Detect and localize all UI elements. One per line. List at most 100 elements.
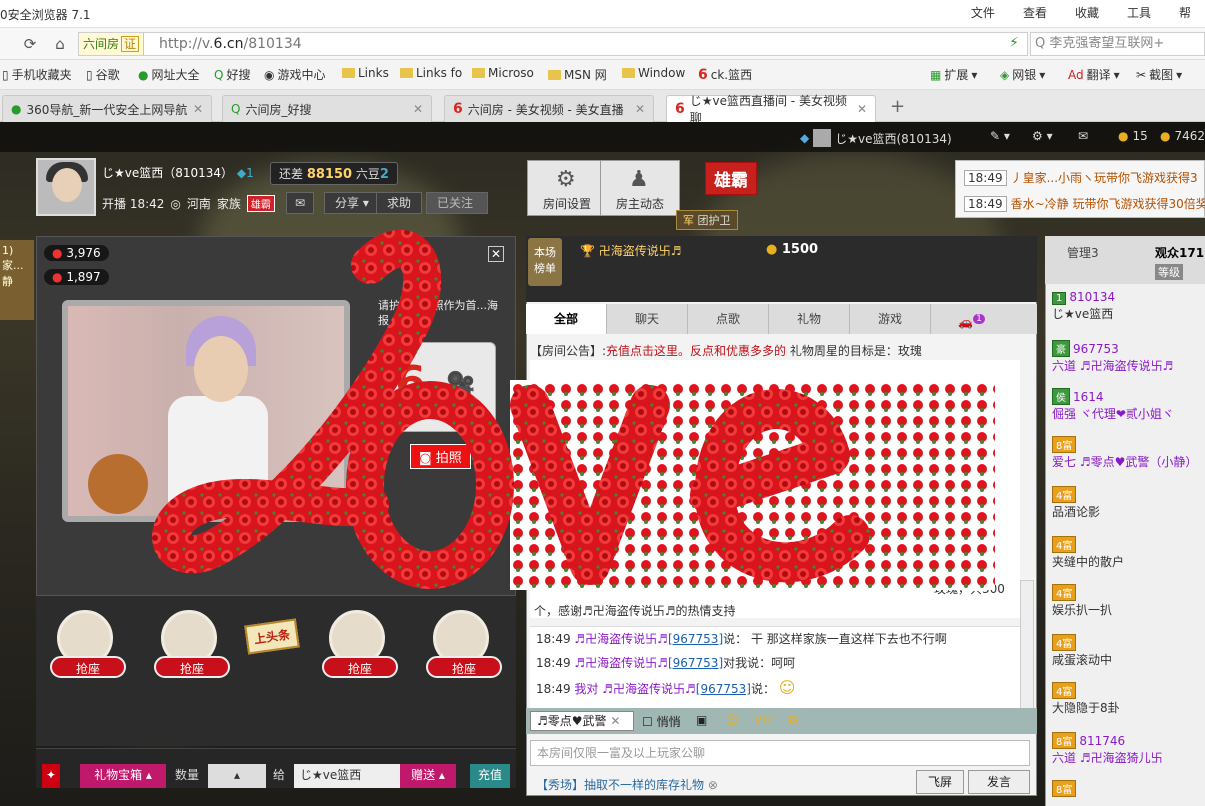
edit-icon[interactable]: ✎ ▾ bbox=[990, 129, 1010, 143]
room-settings-button[interactable]: ⚙ 房间设置 bbox=[527, 160, 607, 216]
host-updates-button[interactable]: ♟ 房主动态 bbox=[600, 160, 680, 216]
tab-6cn-home[interactable]: 6 六间房 - 美女视频 - 美女直播 ✕ bbox=[444, 95, 654, 122]
menu-help[interactable]: 帮 bbox=[1165, 4, 1205, 21]
recharge-button[interactable]: 充值 bbox=[470, 764, 510, 788]
grab-seat-button[interactable]: 抢座 bbox=[426, 656, 502, 678]
url-text[interactable]: http://v.6.cn/810134 bbox=[159, 33, 302, 55]
xiuchang-promo[interactable]: 【秀场】抽取不一样的库存礼物 ⊗ bbox=[536, 776, 718, 793]
message-sender[interactable]: ♬卍海盗传说卐♬ bbox=[574, 632, 668, 646]
bookmark-games[interactable]: ◉ 游戏中心 bbox=[264, 66, 326, 83]
home-icon[interactable]: ⌂ bbox=[50, 34, 70, 54]
site-identity[interactable]: 六间房证 bbox=[79, 33, 145, 55]
side-tab[interactable]: 1) 家...静 bbox=[0, 240, 34, 320]
gift-box-button[interactable]: 礼物宝箱 ▴ bbox=[80, 764, 166, 788]
grab-seat-button[interactable]: 抢座 bbox=[322, 656, 398, 678]
bank-button[interactable]: ◈ 网银 ▾ bbox=[1000, 66, 1045, 83]
tab-songs[interactable]: 点歌 bbox=[688, 304, 769, 334]
menu-favorites[interactable]: 收藏 bbox=[1061, 4, 1113, 21]
bookmark-links-fo[interactable]: Links fo bbox=[400, 66, 462, 80]
close-icon[interactable]: ✕ bbox=[610, 714, 620, 728]
bookmark-google[interactable]: ▯ 谷歌 bbox=[86, 66, 120, 83]
menu-file[interactable]: 文件 bbox=[957, 4, 1009, 21]
audience-user[interactable]: 豪 967753 六道 ♬卍海盗传说卐♬ bbox=[1052, 340, 1173, 374]
tab-chat[interactable]: 聊天 bbox=[607, 304, 688, 334]
tab-haosou[interactable]: Q 六间房_好搜 ✕ bbox=[222, 95, 432, 122]
tab-live-room[interactable]: 6 じ★ve篮西直播间 - 美女视频聊 ✕ bbox=[666, 94, 876, 125]
photo-button[interactable]: ◙ 拍照 bbox=[410, 444, 471, 469]
chat-input[interactable]: 本房间仅限一富及以上玩家公聊 bbox=[530, 740, 1030, 766]
tab-gifts[interactable]: 礼物 bbox=[769, 304, 850, 334]
lightning-icon[interactable]: ⚡ bbox=[1009, 35, 1019, 51]
close-icon[interactable]: ✕ bbox=[193, 102, 203, 116]
audience-user[interactable]: 1 810134 じ★ve篮西 bbox=[1052, 290, 1115, 322]
close-icon[interactable]: ⊗ bbox=[708, 778, 718, 792]
close-icon[interactable]: ✕ bbox=[635, 102, 645, 116]
audience-user[interactable]: 4富 品酒论影 bbox=[1052, 486, 1100, 520]
quantity-input[interactable]: ▴ bbox=[208, 764, 266, 788]
audience-user[interactable]: 8富 811746 六道 ♬卍海盗猗儿卐 bbox=[1052, 732, 1163, 766]
menu-tools[interactable]: 工具 bbox=[1113, 4, 1165, 21]
tab-all[interactable]: 全部 bbox=[526, 304, 607, 334]
tab-admins[interactable]: 管理3 bbox=[1067, 244, 1099, 261]
guard-icon[interactable]: ✪ bbox=[788, 713, 798, 727]
audience-user[interactable]: 4富 夹缝中的散户 bbox=[1052, 536, 1124, 570]
video-stream[interactable] bbox=[62, 300, 350, 522]
private-checkbox[interactable]: ☐ 悄悄 bbox=[642, 713, 681, 730]
chat-scrollbar[interactable] bbox=[1020, 580, 1034, 710]
mail-icon[interactable]: ✉ bbox=[1078, 129, 1088, 143]
followed-button[interactable]: 已关注 bbox=[426, 192, 488, 214]
grab-seat-button[interactable]: 抢座 bbox=[154, 656, 230, 678]
audience-user[interactable]: 4富 娱乐扒一扒 bbox=[1052, 584, 1112, 618]
bookmark-msn[interactable]: MSN 网 bbox=[548, 66, 607, 83]
audience-user[interactable]: 4富 咸蛋滚动中 bbox=[1052, 634, 1112, 668]
fly-screen-button[interactable]: 飞屏 bbox=[916, 770, 964, 794]
send-gift-button[interactable]: 赠送 ▴ bbox=[400, 764, 456, 788]
rank-button[interactable]: 本场 榜单 bbox=[528, 238, 562, 286]
close-icon[interactable]: ✕ bbox=[857, 102, 867, 116]
anchor-avatar[interactable] bbox=[36, 158, 96, 216]
bookmark-haosou[interactable]: Q 好搜 bbox=[214, 66, 250, 83]
audience-user[interactable]: 4富 大隐隐于8卦 bbox=[1052, 682, 1120, 716]
bookmark-links[interactable]: Links bbox=[342, 66, 389, 80]
tab-games[interactable]: 游戏 bbox=[850, 304, 931, 334]
seat-2[interactable]: 抢座 bbox=[154, 610, 230, 678]
seat-4[interactable]: 抢座 bbox=[426, 610, 502, 678]
bookmark-mobile[interactable]: ▯ 手机收藏夹 bbox=[2, 66, 72, 83]
bookmark-ck[interactable]: 6 ck.篮西 bbox=[698, 66, 752, 83]
sort-by-level[interactable]: 等级 bbox=[1155, 264, 1183, 280]
family-badge[interactable]: 雄霸 bbox=[246, 195, 275, 212]
audience-user[interactable]: 侯 1614 倔强 ヾ代理❤贰小姐ヾ bbox=[1052, 388, 1174, 422]
top-fan[interactable]: 🏆 卍海盗传说卐♬ bbox=[580, 242, 682, 259]
current-user[interactable]: ◆ じ★ve篮西(810134) bbox=[800, 129, 952, 147]
translate-button[interactable]: Ad 翻译 ▾ bbox=[1068, 66, 1120, 83]
tab-car[interactable]: 🚗 1 bbox=[931, 304, 1012, 334]
message-sender[interactable]: 我对 ♬卍海盗传说卐♬ bbox=[574, 682, 695, 696]
close-video-button[interactable]: ✕ bbox=[488, 246, 504, 262]
audience-user[interactable]: 8富 爱七 ♬零点♥武警（小静） bbox=[1052, 436, 1197, 470]
guard-button[interactable]: 军 团护卫 bbox=[676, 210, 738, 230]
message-button[interactable]: ✉ bbox=[286, 192, 315, 214]
seat-1[interactable]: 抢座 bbox=[50, 610, 126, 678]
bookmark-directory[interactable]: ● 网址大全 bbox=[138, 66, 200, 83]
message-sender[interactable]: ♬卍海盗传说卐♬ bbox=[574, 656, 668, 670]
xiongba-badge[interactable]: 雄霸 bbox=[705, 162, 757, 195]
grab-seat-button[interactable]: 抢座 bbox=[50, 656, 126, 678]
search-input[interactable]: Q 李克强寄望互联网+ bbox=[1030, 32, 1205, 56]
bookmark-windows[interactable]: Window bbox=[622, 66, 685, 80]
firework-icon[interactable]: ✦ bbox=[42, 764, 60, 788]
image-icon[interactable]: ▣ bbox=[696, 713, 707, 727]
help-button[interactable]: 求助 bbox=[376, 192, 423, 214]
bookmark-microsoft[interactable]: Microso bbox=[472, 66, 534, 80]
seat-3[interactable]: 抢座 bbox=[322, 610, 398, 678]
share-button[interactable]: 分享 ▾ bbox=[324, 192, 380, 214]
tab-360nav[interactable]: ● 360导航_新一代安全上网导航 ✕ bbox=[2, 95, 212, 122]
new-tab-button[interactable]: + bbox=[890, 96, 905, 117]
ticker-item[interactable]: 18:49 丿皇家...小雨ヽ玩带你飞游戏获得3 bbox=[964, 169, 1198, 186]
settings-icon[interactable]: ⚙ ▾ bbox=[1032, 129, 1053, 143]
room-notice[interactable]: 【房间公告】:充值点击这里。反点和优惠多多的 礼物周星的目标是：玫瑰 bbox=[530, 342, 922, 359]
vip-icon[interactable]: VIP bbox=[754, 713, 773, 727]
ticker-item[interactable]: 18:49 香水~冷静 玩带你飞游戏获得30倍奖 bbox=[964, 195, 1205, 212]
close-icon[interactable]: ✕ bbox=[413, 102, 423, 116]
send-message-button[interactable]: 发言 bbox=[968, 770, 1030, 794]
menu-view[interactable]: 查看 bbox=[1009, 4, 1061, 21]
